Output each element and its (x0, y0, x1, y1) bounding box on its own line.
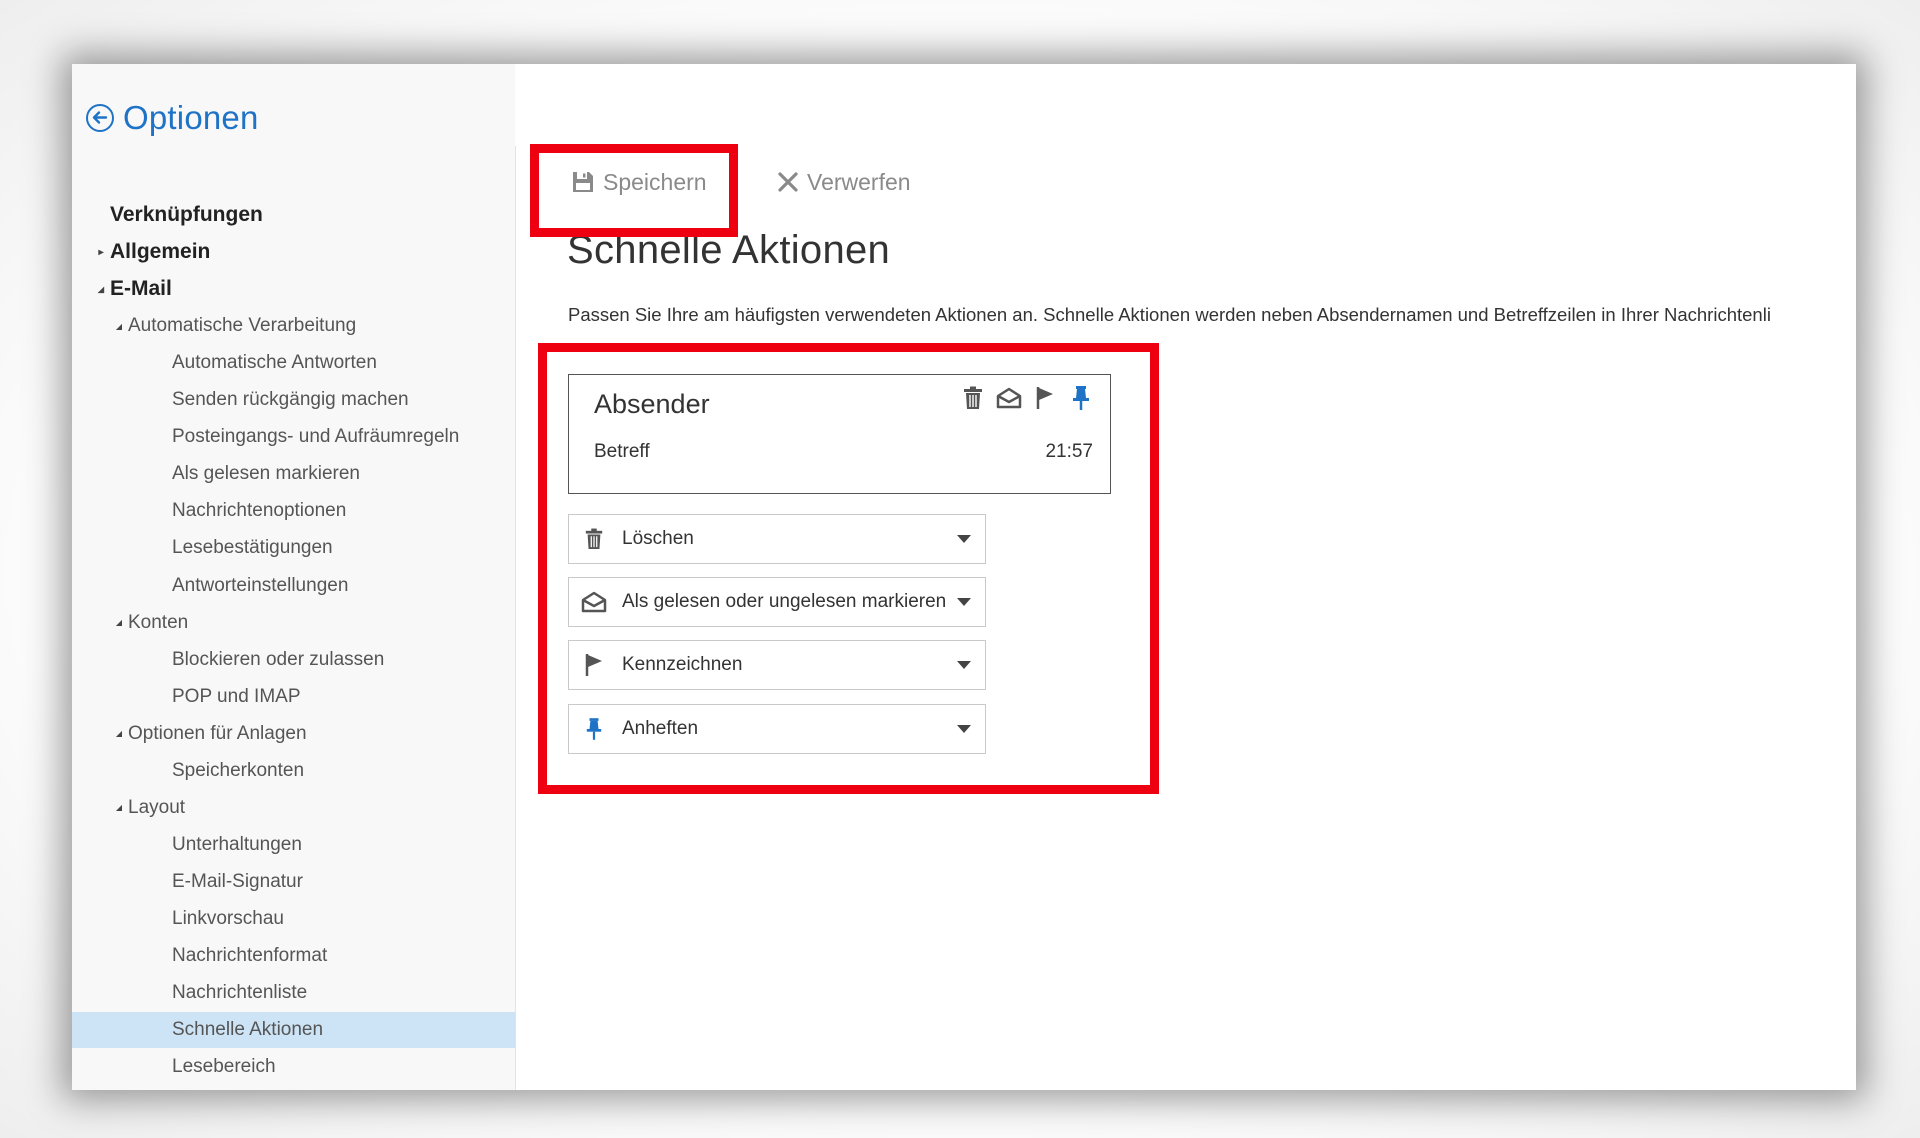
sidebar-item-label: Blockieren oder zulassen (172, 648, 385, 670)
back-arrow-icon[interactable] (86, 104, 114, 132)
sidebar-item-label: Speicherkonten (172, 759, 305, 781)
sidebar-item[interactable]: Blockieren oder zulassen (72, 642, 515, 678)
sidebar-item[interactable]: Lesebereich (72, 1049, 515, 1085)
collapse-caret-icon[interactable]: ◢ (113, 729, 125, 738)
sidebar-item[interactable]: Als gelesen markieren (72, 456, 515, 492)
sidebar-item-label: Antworteinstellungen (172, 574, 349, 596)
sidebar-item[interactable]: ◢ Layout (72, 790, 515, 826)
sidebar-item[interactable]: Automatische Antworten (72, 345, 515, 381)
sidebar-item[interactable]: E-Mail-Signatur (72, 864, 515, 900)
sidebar-item-label: Optionen für Anlagen (128, 722, 307, 744)
collapse-caret-icon[interactable]: ◢ (113, 322, 125, 331)
sidebar-item[interactable]: ▸Kalender (72, 1086, 515, 1090)
sidebar-item[interactable]: Lesebestätigungen (72, 530, 515, 566)
sidebar-item-label: Lesebestätigungen (172, 537, 333, 559)
sidebar-item[interactable]: ◢ Optionen für Anlagen (72, 716, 515, 752)
collapse-caret-icon[interactable]: ◢ (113, 803, 125, 812)
sidebar-item[interactable]: Posteingangs- und Aufräumregeln (72, 419, 515, 455)
sidebar-item[interactable]: Senden rückgängig machen (72, 382, 515, 418)
sidebar-item-label: Nachrichtenliste (172, 982, 308, 1004)
sidebar-item-label: Posteingangs- und Aufräumregeln (172, 426, 460, 448)
sidebar-item[interactable]: Nachrichtenformat (72, 938, 515, 974)
sidebar-item-label: E-Mail (110, 277, 172, 301)
sidebar-item[interactable]: ◢ Automatische Verarbeitung (72, 308, 515, 344)
close-icon (778, 172, 798, 192)
sidebar-item[interactable]: Antworteinstellungen (72, 568, 515, 604)
collapse-caret-icon[interactable]: ◢ (113, 618, 125, 627)
sidebar-item[interactable]: Speicherkonten (72, 753, 515, 789)
collapse-caret-icon[interactable]: ◢ (95, 285, 107, 294)
discard-button[interactable]: Verwerfen (777, 160, 911, 204)
sidebar-item-label: Verknüpfungen (110, 203, 263, 226)
sidebar-item-label: Lesebereich (172, 1056, 276, 1078)
sidebar-item-label: Nachrichtenformat (172, 945, 328, 966)
sidebar-divider (515, 146, 516, 1090)
sidebar-item-label: Schnelle Aktionen (172, 1019, 324, 1041)
save-highlight-box (530, 144, 738, 237)
sidebar-item[interactable]: POP und IMAP (72, 679, 515, 715)
sidebar-item[interactable]: Verknüpfungen (72, 197, 515, 233)
actions-highlight-box (538, 343, 1159, 794)
sidebar-item-label: Als gelesen markieren (172, 463, 360, 485)
sidebar-item-label: Linkvorschau (172, 907, 284, 929)
discard-label: Verwerfen (807, 168, 911, 195)
sidebar-item-label: Unterhaltungen (172, 833, 302, 855)
expand-caret-icon[interactable]: ▸ (95, 247, 107, 258)
sidebar-item[interactable]: ◢ Konten (72, 605, 515, 641)
sidebar-item-label: Konten (128, 611, 189, 633)
sidebar-item-label: Automatische Antworten (172, 352, 377, 374)
sidebar-item-label: Allgemein (110, 240, 211, 264)
sidebar-item[interactable]: Nachrichtenoptionen (72, 493, 515, 529)
sidebar-item-label: Nachrichtenoptionen (172, 500, 347, 522)
sidebar-item[interactable]: ◢ E-Mail (72, 271, 515, 307)
sidebar-item[interactable]: Schnelle Aktionen (72, 1012, 515, 1049)
sidebar-item-label: Senden rückgängig machen (172, 389, 409, 411)
options-sidebar: Optionen Verknüpfungen ▸ Allgemein ◢ E-Mail ◢… (72, 64, 515, 1090)
sidebar-item[interactable]: Unterhaltungen (72, 827, 515, 863)
sidebar-item-label: E-Mail-Signatur (172, 870, 303, 892)
options-window: Optionen Verknüpfungen ▸ Allgemein ◢ E-Mail ◢… (72, 64, 1856, 1090)
options-title: Optionen (123, 99, 259, 136)
options-back-header[interactable]: Optionen (86, 98, 259, 138)
sidebar-item-label: Layout (128, 796, 186, 818)
page-description: Passen Sie Ihre am häufigsten verwendete… (568, 304, 1771, 325)
sidebar-item[interactable]: ▸ Allgemein (72, 234, 515, 270)
sidebar-item[interactable]: Linkvorschau (72, 901, 515, 937)
sidebar-item[interactable]: Nachrichtenliste (72, 975, 515, 1011)
sidebar-item-label: Automatische Verarbeitung (128, 315, 357, 337)
sidebar-item-label: POP und IMAP (172, 685, 301, 707)
